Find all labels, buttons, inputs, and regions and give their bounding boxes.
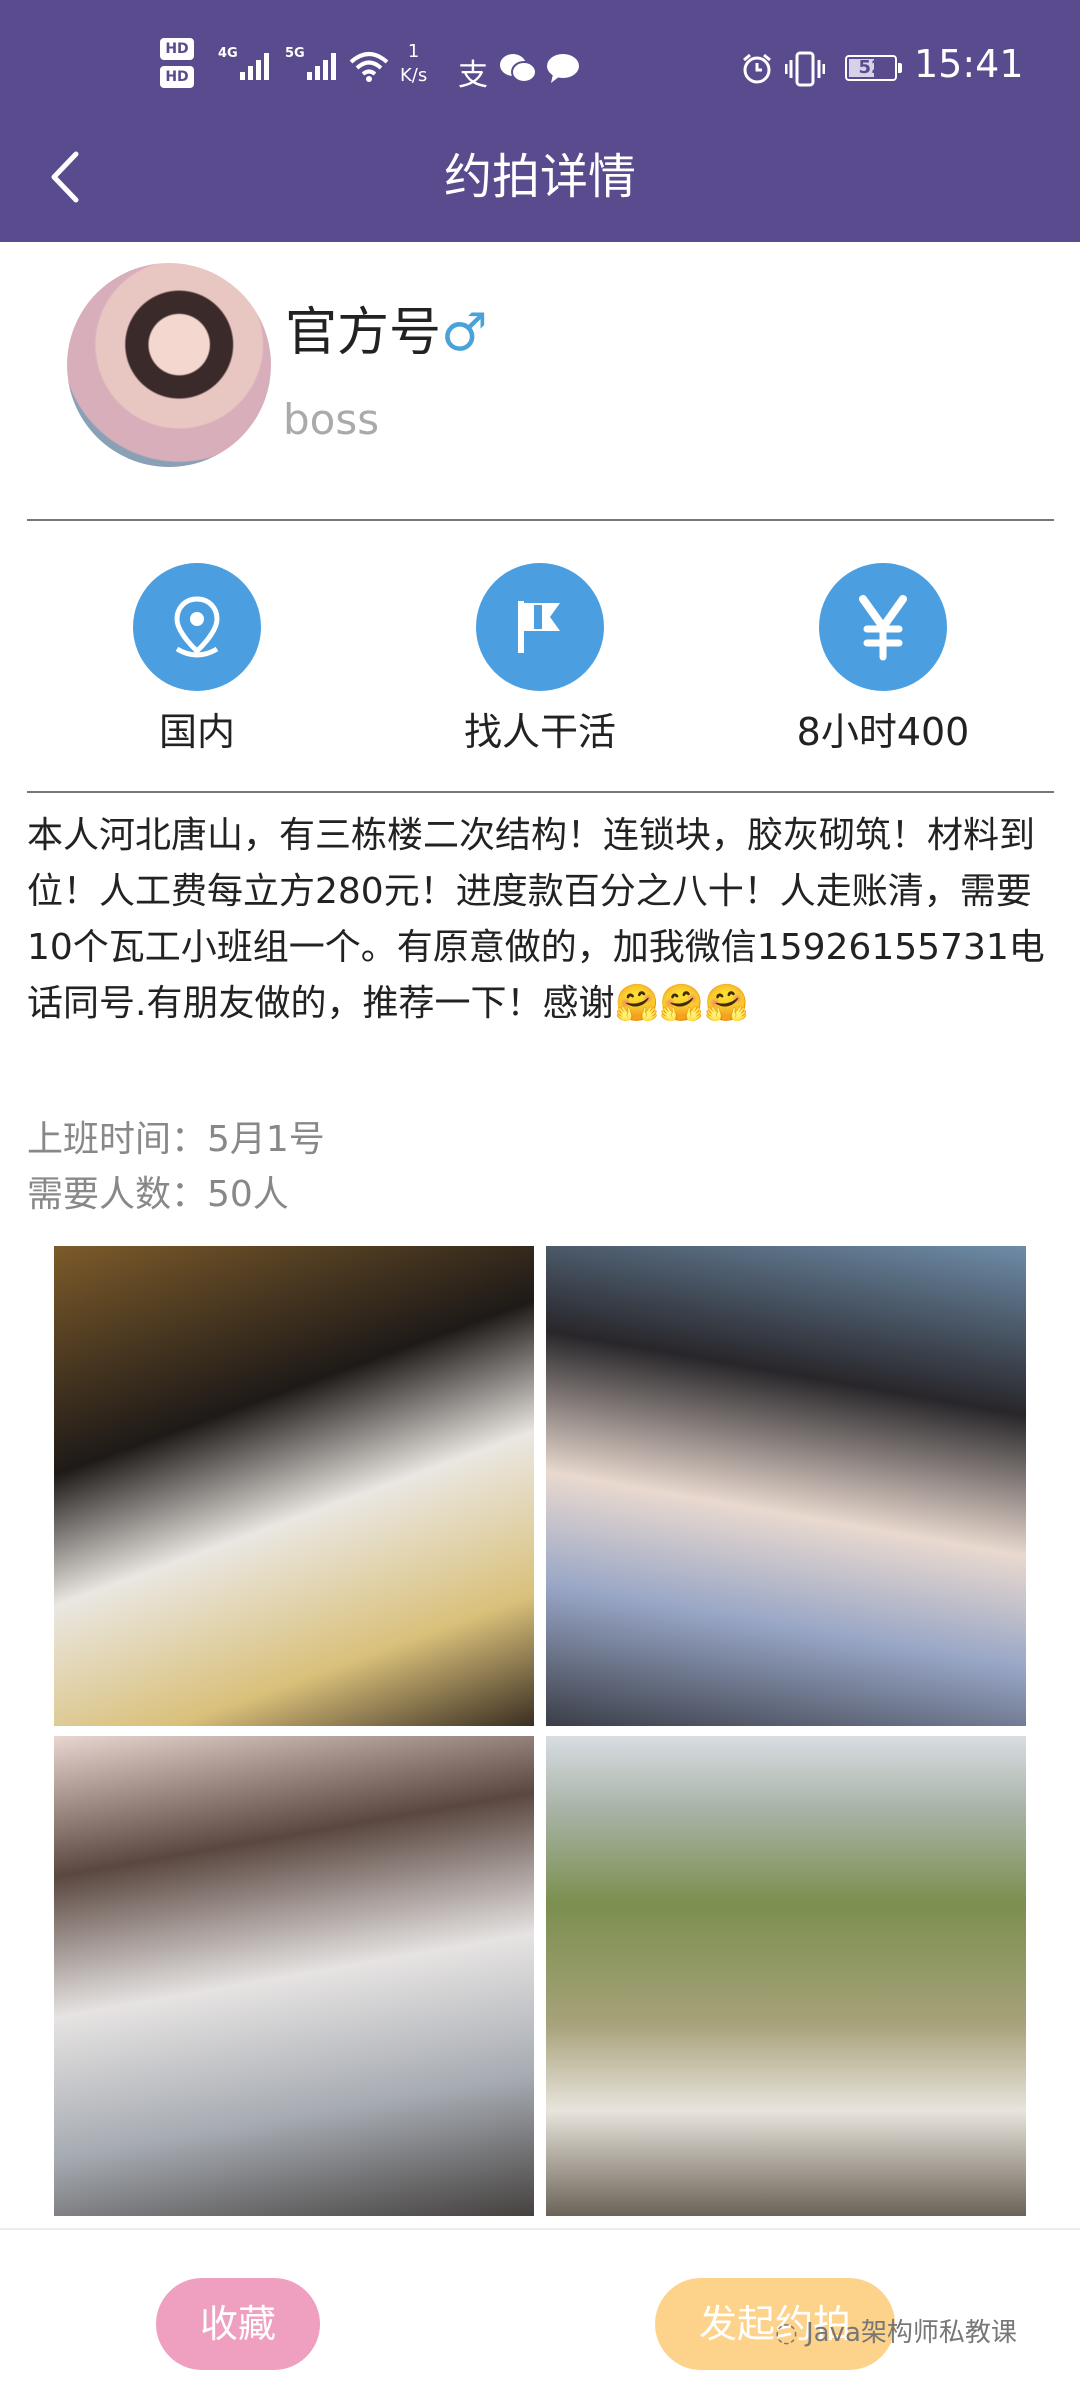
feature-pay: 8小时400 <box>718 563 1048 756</box>
speed-value: 1 <box>407 41 420 62</box>
flag-icon <box>476 563 604 691</box>
yen-icon <box>819 563 947 691</box>
alipay-icon: 支 <box>458 58 488 93</box>
hd1-badge: HD <box>160 38 194 60</box>
signal2-icon <box>307 50 336 80</box>
vibrate-icon <box>785 51 825 87</box>
battery-icon: 52 <box>845 55 902 81</box>
watermark: ◌ Java架构师私教课 <box>775 2312 1017 2349</box>
hd-indicators: HD HD <box>160 38 194 94</box>
male-gender-icon: ♂ <box>441 303 488 363</box>
wifi-icon <box>349 52 389 82</box>
avatar[interactable] <box>67 263 271 467</box>
watermark-text: Java架构师私教课 <box>805 2318 1017 2348</box>
photo-4[interactable] <box>546 1736 1026 2216</box>
wechat-watermark-icon: ◌ <box>775 2318 798 2348</box>
feature-type-label: 找人干活 <box>463 710 616 754</box>
clock: 15:41 <box>914 42 1024 86</box>
feature-location-label: 国内 <box>158 710 235 754</box>
location-pin-icon <box>133 563 261 691</box>
signal1-icon <box>240 50 269 80</box>
page-title: 约拍详情 <box>443 149 636 205</box>
post-description: 本人河北唐山，有三栋楼二次结构！连锁块，胶灰砌筑！材料到位！人工费每立方280元… <box>27 815 1045 1024</box>
photo-3[interactable] <box>54 1736 534 2216</box>
feature-location: 国内 <box>32 563 362 756</box>
photo-1[interactable] <box>54 1246 534 1726</box>
feature-type: 找人干活 <box>375 563 705 756</box>
speed-unit: K/s <box>400 65 428 86</box>
profile-name: 官方号 <box>285 303 442 363</box>
favorite-button[interactable]: 收藏 <box>156 2278 320 2370</box>
wechat-icon <box>500 54 537 83</box>
hd2-badge: HD <box>160 66 194 88</box>
top-header: HD HD 4G 5G 1 K/s 支 52 15:41 约拍详情 <box>0 0 1080 242</box>
net1-label: 4G <box>218 46 238 61</box>
divider-middle <box>27 791 1054 793</box>
profile-name-row: 官方号♂ <box>285 290 488 365</box>
message-icon <box>547 54 579 83</box>
feature-pay-label: 8小时400 <box>796 710 970 754</box>
divider-top <box>27 519 1054 521</box>
profile-subtitle: boss <box>283 395 380 444</box>
photo-2[interactable] <box>546 1246 1026 1726</box>
net2-label: 5G <box>285 46 305 61</box>
work-time: 上班时间：5月1号 <box>27 1119 325 1160</box>
headcount: 需要人数：50人 <box>27 1174 289 1215</box>
battery-level: 52 <box>858 57 884 78</box>
alarm-icon <box>743 53 771 84</box>
bottom-action-bar: 收藏 发起约拍 ◌ Java架构师私教课 <box>0 2228 1080 2402</box>
net-speed: 1 K/s <box>400 40 427 88</box>
